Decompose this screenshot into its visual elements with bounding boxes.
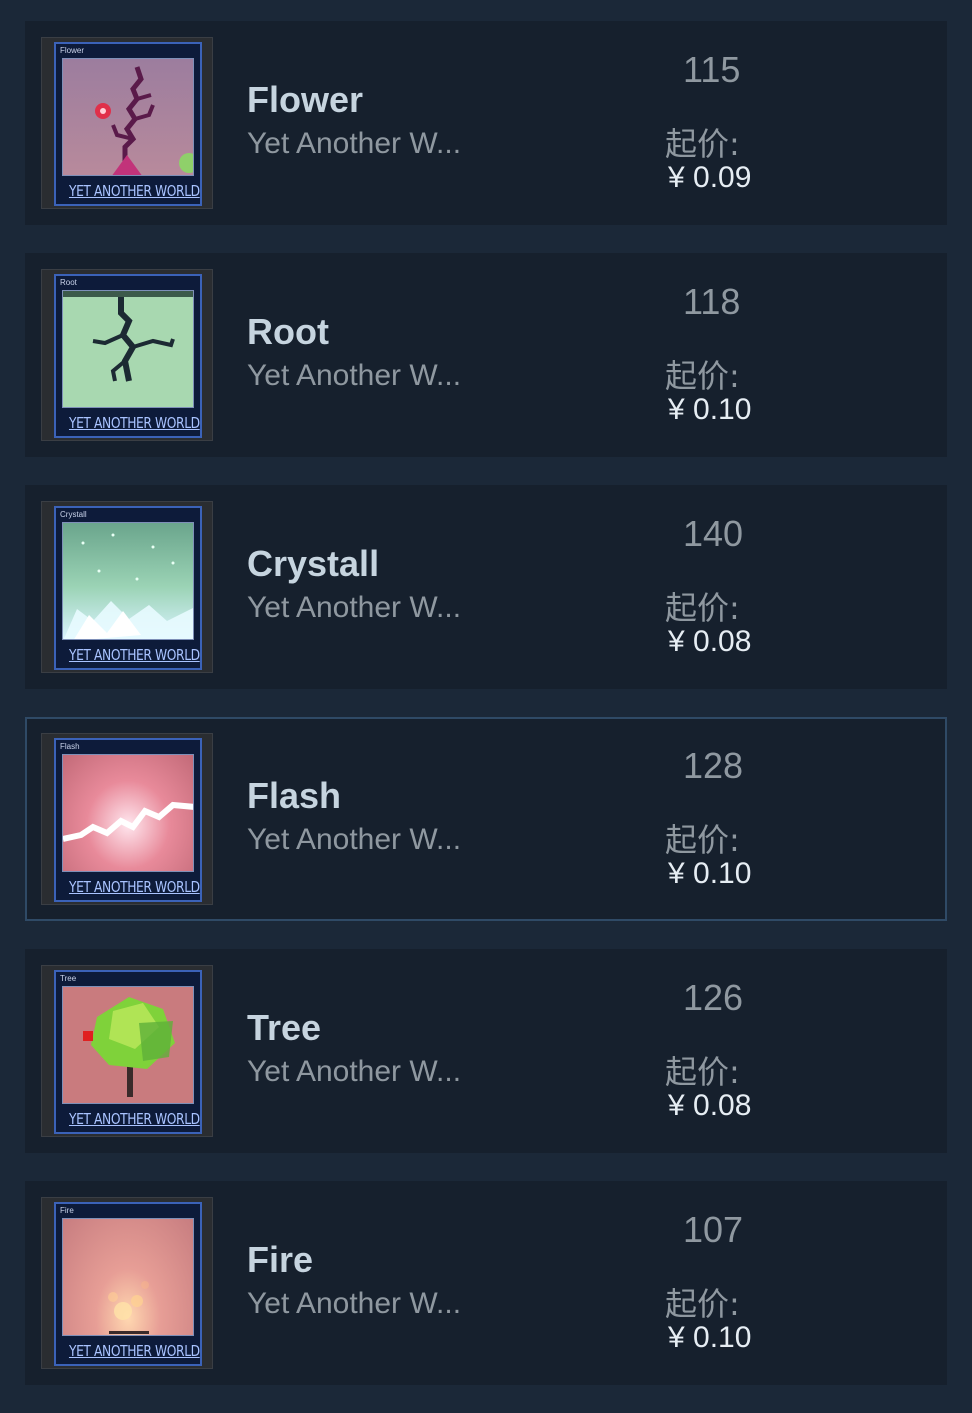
starting-at-label: 起价: [665, 1285, 740, 1323]
item-thumbnail: Flash YET ANOTHER WORLD [41, 733, 213, 905]
fire-art [62, 1218, 194, 1336]
game-name: Yet Another W... [247, 1287, 462, 1320]
tree-art [62, 986, 194, 1104]
market-listing-row[interactable]: Tree YET ANOTHER WORLD Tree Yet Another … [25, 949, 947, 1153]
flower-art [62, 58, 194, 176]
market-listing-row[interactable]: Fire YET ANOTHER WORLD Fire Yet Another … [25, 1181, 947, 1385]
card-footer-logo: YET ANOTHER WORLD [68, 1342, 200, 1360]
listing-quantity: 126 [683, 977, 744, 1018]
lightning-art [62, 754, 194, 872]
item-thumbnail: Tree YET ANOTHER WORLD [41, 965, 213, 1137]
starting-at-label: 起价: [665, 589, 740, 627]
market-listing-list: Flower YET ANOTHER WORLD Flower Yet Anot… [25, 21, 947, 1413]
listing-quantity: 118 [683, 281, 741, 322]
item-thumbnail: Root YET ANOTHER WORLD [41, 269, 213, 441]
trading-card-image: Root YET ANOTHER WORLD [54, 274, 202, 438]
listing-quantity: 107 [683, 1209, 744, 1250]
game-name: Yet Another W... [247, 823, 462, 856]
card-title: Tree [60, 974, 77, 983]
game-name: Yet Another W... [247, 1055, 462, 1088]
item-thumbnail: Flower YET ANOTHER WORLD [41, 37, 213, 209]
trading-card-image: Flower YET ANOTHER WORLD [54, 42, 202, 206]
market-listing-row[interactable]: Flower YET ANOTHER WORLD Flower Yet Anot… [25, 21, 947, 225]
item-name: Crystall [247, 543, 380, 584]
card-footer-logo: YET ANOTHER WORLD [68, 878, 200, 896]
card-title: Fire [60, 1206, 74, 1215]
starting-price: ¥ 0.09 [668, 161, 752, 194]
card-title: Flower [60, 46, 85, 55]
starting-price: ¥ 0.10 [668, 393, 752, 426]
listing-quantity: 128 [683, 745, 744, 786]
trading-card-image: Flash YET ANOTHER WORLD [54, 738, 202, 902]
item-name: Flash [247, 775, 342, 816]
starting-price: ¥ 0.08 [668, 1089, 752, 1122]
trading-card-image: Fire YET ANOTHER WORLD [54, 1202, 202, 1366]
trading-card-image: Crystall YET ANOTHER WORLD [54, 506, 202, 670]
game-name: Yet Another W... [247, 359, 462, 392]
market-listing-row[interactable]: Root YET ANOTHER WORLD Root Yet Another … [25, 253, 947, 457]
starting-at-label: 起价: [665, 821, 740, 859]
item-thumbnail: Fire YET ANOTHER WORLD [41, 1197, 213, 1369]
market-listing-row-selected[interactable]: Flash YET ANOTHER WORLD Flash Yet Anothe… [25, 717, 947, 921]
starting-at-label: 起价: [665, 1053, 740, 1091]
market-listing-row[interactable]: Crystall YET ANOTHER WORLD Crystall Yet … [25, 485, 947, 689]
starting-price: ¥ 0.10 [668, 857, 752, 890]
item-thumbnail: Crystall YET ANOTHER WORLD [41, 501, 213, 673]
card-footer-logo: YET ANOTHER WORLD [68, 1110, 200, 1128]
starting-price: ¥ 0.08 [668, 625, 752, 658]
item-name: Tree [247, 1007, 322, 1048]
game-name: Yet Another W... [247, 127, 462, 160]
starting-at-label: 起价: [665, 357, 740, 395]
crystal-art [62, 522, 194, 640]
item-name: Fire [247, 1239, 314, 1280]
listing-quantity: 140 [683, 513, 744, 554]
card-footer-logo: YET ANOTHER WORLD [68, 182, 200, 200]
card-title: Root [60, 278, 77, 287]
card-footer-logo: YET ANOTHER WORLD [68, 646, 200, 664]
listing-quantity: 115 [683, 49, 741, 90]
card-title: Flash [60, 742, 80, 751]
card-title: Crystall [60, 510, 87, 519]
root-art [62, 290, 194, 408]
starting-at-label: 起价: [665, 125, 740, 163]
card-footer-logo: YET ANOTHER WORLD [68, 414, 200, 432]
starting-price: ¥ 0.10 [668, 1321, 752, 1354]
item-name: Flower [247, 79, 364, 120]
game-name: Yet Another W... [247, 591, 462, 624]
item-name: Root [247, 311, 329, 352]
trading-card-image: Tree YET ANOTHER WORLD [54, 970, 202, 1134]
